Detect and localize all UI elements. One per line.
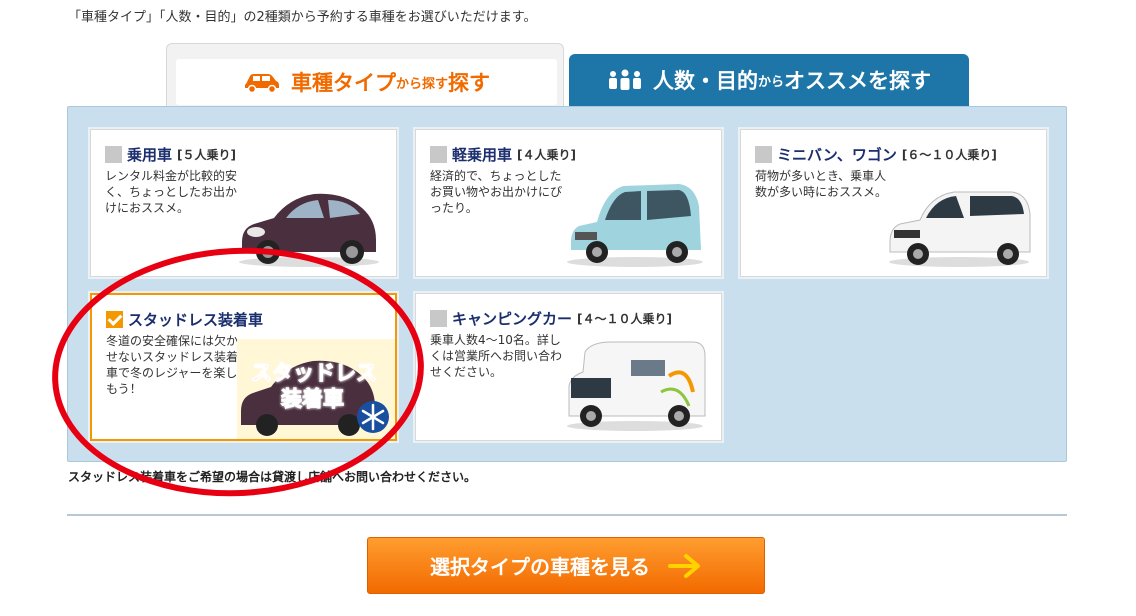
card-description: 経済的で、ちょっとしたお買い物やお出かけにぴったり。 bbox=[430, 169, 563, 215]
checkbox[interactable] bbox=[755, 146, 772, 163]
card-title: 乗用車 bbox=[127, 146, 173, 164]
studless-note: スタッドレス装着車をご希望の場合は貸渡し店舗へお問い合わせください。 bbox=[68, 470, 477, 484]
card-camping-car[interactable]: キャンピングカー [４～１０人乗り] 乗車人数4～10名。詳しくは営業所へお問い… bbox=[415, 293, 722, 441]
tab-car-type-suffix: 探す bbox=[448, 71, 490, 95]
checkbox[interactable] bbox=[105, 146, 122, 163]
card-title: スタッドレス装着車 bbox=[128, 311, 264, 329]
arrow-right-icon bbox=[668, 553, 700, 578]
tab-people-sublabel-part: から bbox=[757, 74, 784, 90]
card-description: 荷物が多いとき、乗車人数が多い時におススメ。 bbox=[755, 169, 888, 199]
compact-car-image bbox=[239, 193, 379, 267]
card-description: 乗車人数4～10名。詳しくは営業所へお問い合わせください。 bbox=[430, 333, 563, 379]
studless-badge-line2: 装着車 bbox=[281, 387, 345, 412]
checkbox[interactable] bbox=[430, 310, 447, 327]
card-studless[interactable]: スタッドレス装着車 冬道の安全確保には欠かせないスタッドレス装着車で冬のレジャー… bbox=[90, 293, 397, 441]
card-title: ミニバン、ワゴン bbox=[777, 146, 897, 164]
camping-car-image bbox=[567, 341, 706, 431]
tab-car-type[interactable]: 車種タイプ から探す 探す bbox=[166, 43, 564, 107]
card-title: 軽乗用車 bbox=[452, 146, 513, 164]
car-icon bbox=[244, 74, 279, 93]
view-car-types-button[interactable]: 選択タイプの車種を見る bbox=[367, 537, 765, 594]
card-capacity: [６～１０人乗り] bbox=[901, 148, 997, 162]
card-kei-car[interactable]: 軽乗用車 [４人乗り] 経済的で、ちょっとしたお買い物やお出かけにぴったり。 bbox=[415, 129, 722, 277]
people-icon bbox=[608, 69, 641, 90]
card-capacity: [４～１０人乗り] bbox=[577, 312, 672, 326]
card-capacity: [５人乗り] bbox=[177, 148, 236, 162]
studless-car-image: スタッドレス 装着車 bbox=[237, 339, 395, 439]
card-sedan[interactable]: 乗用車 [５人乗り] レンタル料金が比較的安く、ちょっとしたお出かけにおススメ。 bbox=[90, 129, 397, 277]
view-car-types-label: 選択タイプの車種を見る bbox=[430, 555, 650, 579]
tab-car-type-label: 車種タイプ bbox=[290, 71, 396, 95]
card-description: レンタル料金が比較的安く、ちょっとしたお出かけにおススメ。 bbox=[105, 169, 238, 215]
card-description: 冬道の安全確保には欠かせないスタッドレス装着車で冬のレジャーを楽しもう！ bbox=[106, 334, 239, 396]
minivan-image bbox=[889, 191, 1031, 267]
divider bbox=[67, 514, 1067, 516]
card-capacity: [４人乗り] bbox=[517, 148, 576, 162]
card-title: キャンピングカー bbox=[452, 310, 573, 328]
car-type-panel: 乗用車 [５人乗り] レンタル料金が比較的安く、ちょっとしたお出かけにおススメ。… bbox=[67, 106, 1067, 462]
checkbox[interactable] bbox=[430, 146, 447, 163]
card-minivan[interactable]: ミニバン、ワゴン [６～１０人乗り] 荷物が多いとき、乗車人数が多い時におススメ… bbox=[740, 129, 1047, 277]
intro-text: 「車種タイプ」「人数・目的」の2種類から予約する車種をお選びいただけます。 bbox=[68, 10, 537, 25]
kei-car-image bbox=[567, 184, 703, 267]
tab-people-purpose[interactable]: 人数・目的 から オススメを探す bbox=[569, 54, 969, 106]
tab-people-label: 人数・目的 bbox=[652, 69, 758, 93]
checkbox-checked[interactable] bbox=[106, 311, 123, 328]
tab-car-type-sublabel: から探す bbox=[395, 76, 448, 92]
tab-people-sublabel-rest: オススメを探す bbox=[784, 69, 931, 93]
